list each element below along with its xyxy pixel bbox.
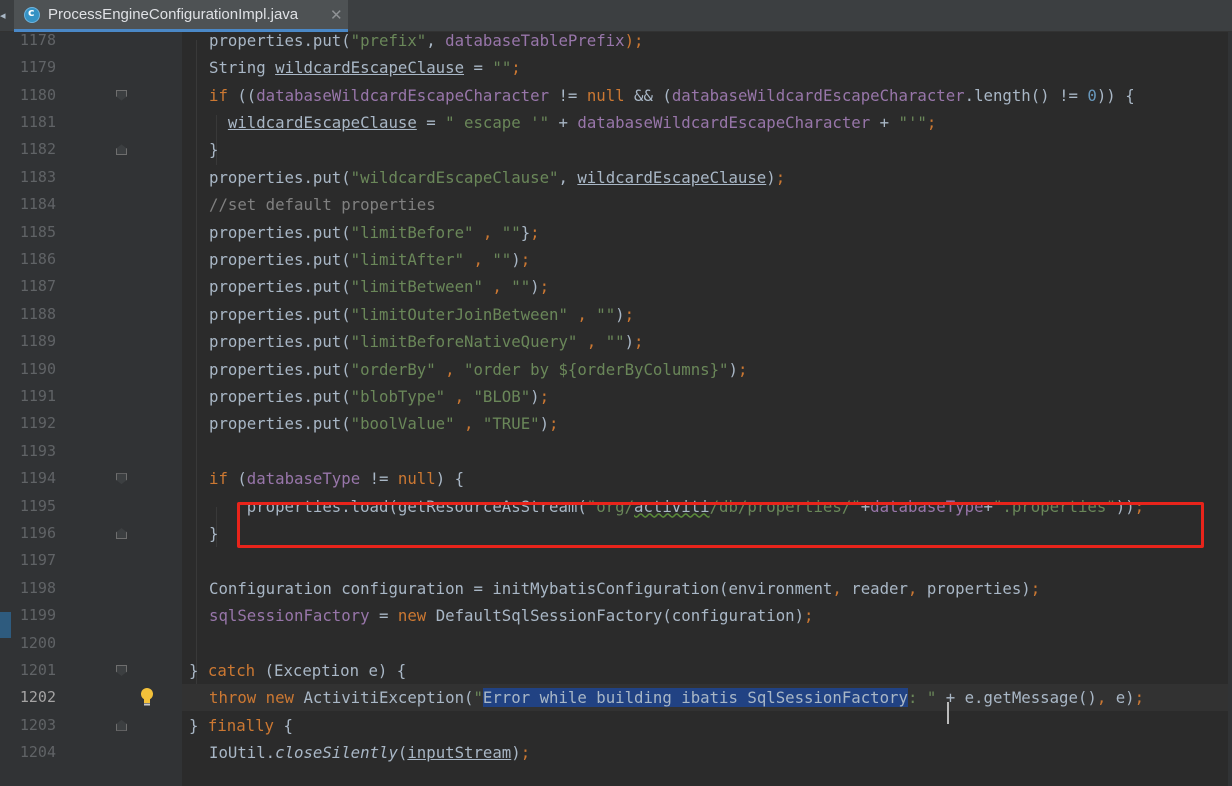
fold-collapse-icon[interactable] — [116, 719, 127, 731]
code-text: String wildcardEscapeClause = ""; — [209, 58, 521, 78]
code-line[interactable]: 1178 properties.put("prefix", databaseTab… — [0, 27, 1232, 54]
tab-label: ProcessEngineConfigurationImpl.java — [48, 6, 299, 23]
code-line[interactable]: 1181 wildcardEscapeClause = " escape '" … — [0, 109, 1232, 136]
code-line[interactable]: 1192 properties.put("boolValue" , "TRUE")… — [0, 410, 1232, 437]
code-line[interactable]: 1194 if (databaseType != null) { — [0, 465, 1232, 492]
code-line[interactable]: 1193 — [0, 438, 1232, 465]
code-text: if ((databaseWildcardEscapeCharacter != … — [209, 85, 1135, 105]
line-number: 1191 — [19, 387, 56, 405]
line-number: 1179 — [19, 58, 56, 77]
code-text: properties.put("boolValue" , "TRUE"); — [209, 414, 559, 434]
code-line[interactable]: 1183 properties.put("wildcardEscapeClause… — [0, 164, 1232, 191]
line-number: 1185 — [19, 222, 56, 241]
code-text: properties.put("wildcardEscapeClause", w… — [209, 167, 786, 187]
line-number: 1196 — [19, 524, 56, 542]
close-icon[interactable]: ✕ — [330, 6, 343, 24]
line-number: 1193 — [19, 441, 56, 460]
line-number: 1184 — [19, 195, 56, 214]
line-number: 1200 — [19, 633, 56, 652]
line-number: 1192 — [19, 414, 56, 433]
line-number: 1189 — [19, 332, 56, 351]
fold-expand-icon[interactable] — [116, 665, 127, 676]
annotation-highlight-box — [237, 502, 1204, 548]
line-number: 1197 — [19, 551, 56, 570]
code-text: IoUtil.closeSilently(inputStream); — [209, 743, 531, 763]
code-line[interactable]: 1186 properties.put("limitAfter" , ""); — [0, 246, 1232, 273]
line-number: 1203 — [19, 715, 56, 734]
fold-collapse-icon[interactable] — [116, 144, 127, 156]
line-number: 1198 — [19, 578, 56, 597]
code-text: Configuration configuration = initMybati… — [209, 578, 1041, 598]
code-text: properties.put("orderBy" , "order by ${o… — [209, 359, 748, 379]
code-line[interactable]: 1188 properties.put("limitOuterJoinBetwee… — [0, 301, 1232, 328]
code-line[interactable]: 1180 if ((databaseWildcardEscapeCharacter… — [0, 82, 1232, 109]
fold-expand-icon[interactable] — [116, 89, 127, 101]
line-number: 1195 — [19, 496, 56, 515]
code-text: } — [209, 140, 219, 160]
text-caret — [947, 702, 949, 724]
code-text: properties.put("prefix", databaseTablePr… — [209, 30, 644, 50]
line-number: 1186 — [19, 250, 56, 268]
code-text: properties.put("limitBetween" , ""); — [209, 277, 550, 297]
code-line[interactable]: 1185 properties.put("limitBefore" , ""}; — [0, 219, 1232, 246]
line-number: 1199 — [19, 606, 56, 625]
code-line[interactable]: 1200 — [0, 630, 1232, 657]
code-text: } — [209, 524, 219, 543]
code-line[interactable]: 1189 properties.put("limitBeforeNativeQue… — [0, 328, 1232, 355]
code-text: properties.put("limitBefore" , ""}; — [209, 222, 540, 242]
line-number: 1190 — [19, 359, 56, 378]
code-line[interactable]: 1199 sqlSessionFactory = new DefaultSqlSe… — [0, 602, 1232, 629]
code-line[interactable]: 1203 } finally { — [0, 712, 1232, 739]
line-number: 1181 — [19, 113, 56, 131]
code-line[interactable]: 1179 String wildcardEscapeClause = ""; — [0, 54, 1232, 81]
lightbulb-icon[interactable] — [140, 687, 154, 707]
code-text: //set default properties — [209, 195, 436, 215]
code-line[interactable]: 1202 throw new ActivitiException("Error w… — [0, 684, 1232, 712]
tab-scroll-icon[interactable]: ◂ — [0, 6, 10, 26]
code-line[interactable]: 1197 — [0, 547, 1232, 574]
code-text: properties.put("limitAfter" , ""); — [209, 250, 531, 269]
line-number: 1182 — [19, 140, 56, 159]
code-text: properties.put("limitOuterJoinBetween" ,… — [209, 304, 635, 324]
fold-expand-icon[interactable] — [116, 473, 127, 485]
code-text: if (databaseType != null) { — [209, 469, 465, 489]
code-line[interactable]: 1184 //set default properties — [0, 191, 1232, 218]
code-text: properties.put("blobType" , "BLOB"); — [209, 387, 550, 406]
code-text: wildcardEscapeClause = " escape '" + dat… — [227, 113, 937, 132]
code-text: } catch (Exception e) { — [189, 661, 407, 680]
code-line[interactable]: 1182} — [0, 136, 1232, 163]
code-line[interactable]: 1204 IoUtil.closeSilently(inputStream); — [0, 739, 1232, 766]
line-number: 1201 — [19, 661, 56, 679]
line-number: 1180 — [19, 85, 56, 104]
code-line[interactable]: 1190 properties.put("orderBy" , "order by… — [0, 356, 1232, 383]
line-number: 1194 — [19, 469, 56, 488]
java-class-icon — [24, 6, 40, 23]
line-number: 1202 — [19, 688, 56, 707]
line-number: 1187 — [19, 277, 56, 296]
line-number: 1188 — [19, 304, 56, 323]
line-number: 1204 — [19, 743, 56, 762]
line-number: 1178 — [19, 30, 56, 49]
line-number: 1183 — [19, 167, 56, 186]
code-line[interactable]: 1187 properties.put("limitBetween" , ""); — [0, 273, 1232, 300]
code-text: sqlSessionFactory = new DefaultSqlSessio… — [209, 606, 814, 626]
code-text: } finally { — [189, 715, 293, 735]
code-line[interactable]: 1191 properties.put("blobType" , "BLOB"); — [0, 383, 1232, 410]
code-line[interactable]: 1201 } catch (Exception e) { — [0, 657, 1232, 684]
fold-collapse-icon[interactable] — [116, 528, 127, 539]
code-text: properties.put("limitBeforeNativeQuery" … — [209, 332, 644, 352]
code-text: throw new ActivitiException("Error while… — [209, 688, 1145, 708]
code-line[interactable]: 1198 Configuration configuration = initMy… — [0, 575, 1232, 602]
